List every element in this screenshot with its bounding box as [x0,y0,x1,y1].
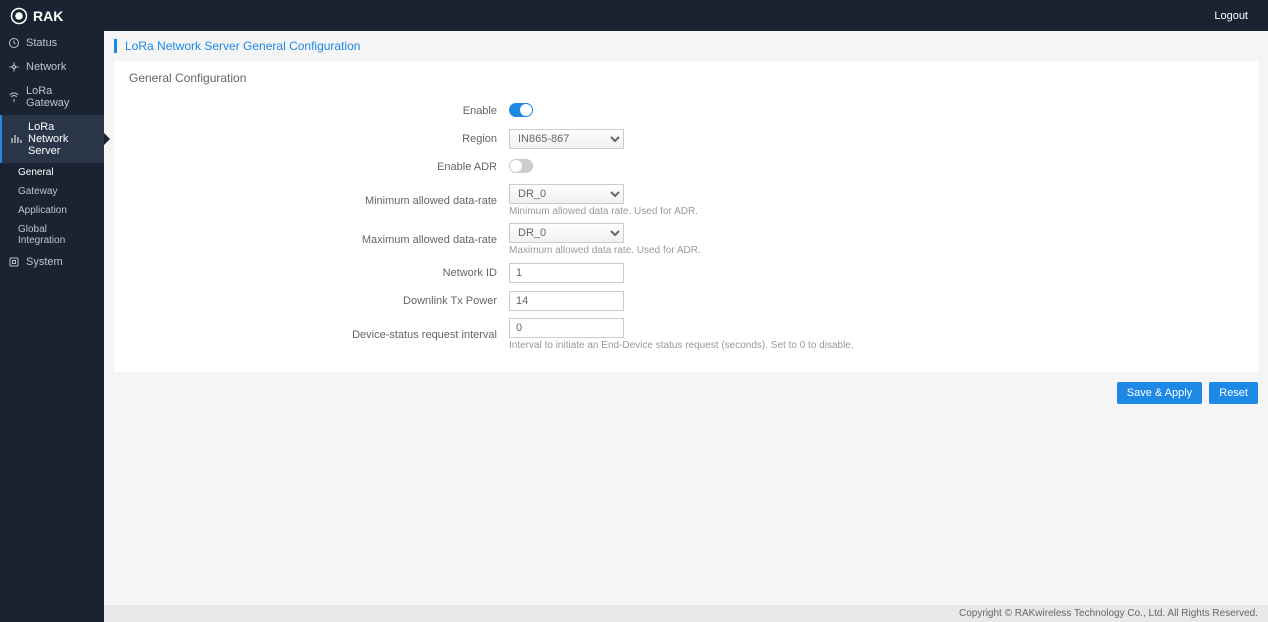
app-header: RAK Logout [0,0,1268,31]
select-max-dr[interactable]: DR_0 [509,223,624,243]
sidebar-item-status[interactable]: Status [0,31,104,55]
sidebar-subitem-global-integration[interactable]: Global Integration [0,220,104,250]
label-enable-adr: Enable ADR [129,161,509,173]
input-device-status[interactable] [509,318,624,338]
sidebar-nav: Status Network LoRa Gateway LoRa Network… [0,31,104,622]
dashboard-icon [8,37,20,49]
panel-subtitle: General Configuration [129,71,1243,85]
row-min-dr: Minimum allowed data-rate DR_0 Minimum a… [129,184,1243,217]
help-max-dr: Maximum allowed data rate. Used for ADR. [509,245,1009,256]
sidebar-subitem-general[interactable]: General [0,163,104,182]
label-min-dr: Minimum allowed data-rate [129,195,509,207]
gear-icon [8,256,20,268]
config-panel: General Configuration Enable Region IN86… [114,61,1258,372]
row-enable: Enable [129,100,1243,122]
sidebar-subitem-gateway[interactable]: Gateway [0,182,104,201]
label-max-dr: Maximum allowed data-rate [129,234,509,246]
sidebar-label: System [26,256,63,268]
row-max-dr: Maximum allowed data-rate DR_0 Maximum a… [129,223,1243,256]
select-region[interactable]: IN865-867 [509,129,624,149]
logout-link[interactable]: Logout [1214,10,1248,22]
page-header: LoRa Network Server General Configuratio… [104,31,1268,61]
save-apply-button[interactable]: Save & Apply [1117,382,1202,404]
label-network-id: Network ID [129,267,509,279]
label-enable: Enable [129,105,509,117]
row-device-status: Device-status request interval Interval … [129,318,1243,351]
label-device-status: Device-status request interval [129,329,509,341]
row-enable-adr: Enable ADR [129,156,1243,178]
brand-text: RAK [33,8,63,24]
sidebar-label: LoRa Network Server [28,121,96,157]
sidebar-subitem-application[interactable]: Application [0,201,104,220]
brand-logo: RAK [10,7,63,25]
label-region: Region [129,133,509,145]
sidebar-item-network[interactable]: Network [0,55,104,79]
sidebar-label: Status [26,37,57,49]
footer: Copyright © RAKwireless Technology Co., … [104,605,1268,622]
sidebar-label: LoRa Gateway [26,85,96,109]
row-downlink-tx: Downlink Tx Power [129,290,1243,312]
help-min-dr: Minimum allowed data rate. Used for ADR. [509,206,1009,217]
select-min-dr[interactable]: DR_0 [509,184,624,204]
server-icon [10,133,22,145]
sidebar-label: Network [26,61,66,73]
antenna-icon [8,91,20,103]
sidebar-item-system[interactable]: System [0,250,104,274]
action-buttons: Save & Apply Reset [114,382,1258,404]
toggle-enable[interactable] [509,103,533,117]
input-downlink-tx[interactable] [509,291,624,311]
row-region: Region IN865-867 [129,128,1243,150]
sidebar-item-lora-network-server[interactable]: LoRa Network Server [0,115,104,163]
help-device-status: Interval to initiate an End-Device statu… [509,340,1009,351]
input-network-id[interactable] [509,263,624,283]
reset-button[interactable]: Reset [1209,382,1258,404]
main-content: LoRa Network Server General Configuratio… [104,31,1268,622]
toggle-enable-adr[interactable] [509,159,533,173]
rak-logo-icon [10,7,28,25]
copyright-text: Copyright © RAKwireless Technology Co., … [959,608,1258,619]
row-network-id: Network ID [129,262,1243,284]
network-icon [8,61,20,73]
page-title: LoRa Network Server General Configuratio… [114,39,1258,53]
label-downlink-tx: Downlink Tx Power [129,295,509,307]
sidebar-item-lora-gateway[interactable]: LoRa Gateway [0,79,104,115]
